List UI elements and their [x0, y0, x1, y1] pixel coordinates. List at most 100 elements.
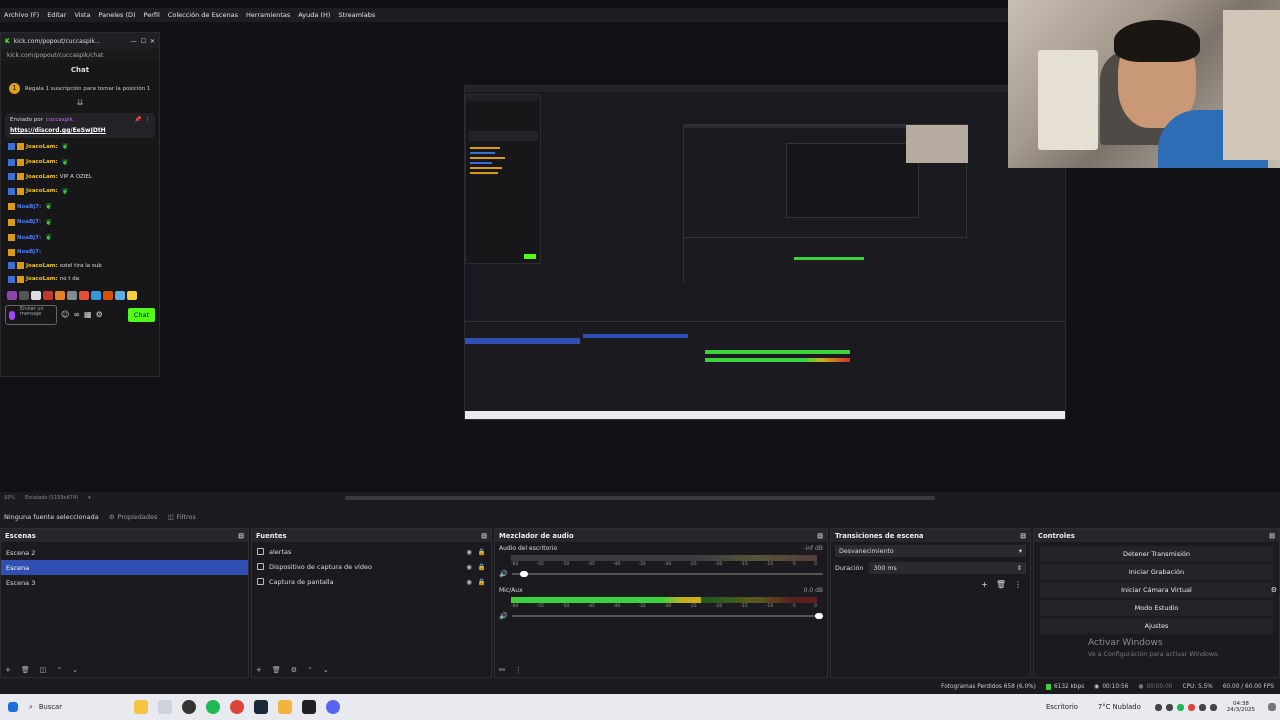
- gift-sub-promo[interactable]: 1 Regala 1 suscripción para tomar la pos…: [1, 79, 159, 98]
- chat-username[interactable]: NoaBj7:: [17, 249, 41, 255]
- volume-icon[interactable]: [1209, 703, 1217, 711]
- chat-url-bar[interactable]: kick.com/popout/cuccaspik/chat: [1, 49, 159, 61]
- emote-icon[interactable]: [115, 290, 125, 300]
- horizontal-scrollbar[interactable]: [345, 496, 935, 500]
- link-icon[interactable]: ∞: [73, 310, 80, 319]
- chat-username[interactable]: JoacoLam:: [26, 276, 58, 282]
- chat-input[interactable]: Enviar un mensaje: [5, 304, 57, 325]
- filters-button[interactable]: ◫ Filtros: [167, 513, 195, 521]
- lock-icon[interactable]: 🔒: [478, 563, 486, 571]
- trash-icon[interactable]: 🗑: [996, 580, 1006, 589]
- properties-button[interactable]: ⚙ Propiedades: [109, 513, 158, 521]
- emoji-icon[interactable]: ☺: [61, 310, 69, 319]
- emote-icon[interactable]: [67, 290, 77, 300]
- scene-item[interactable]: Escena 3: [1, 575, 248, 590]
- speaker-icon[interactable]: 🔊: [499, 570, 508, 578]
- chrome-icon[interactable]: [230, 700, 244, 714]
- menu-item[interactable]: Paneles (D): [98, 11, 135, 19]
- control-button[interactable]: Modo Estudio: [1040, 600, 1273, 616]
- obs-icon[interactable]: [182, 700, 196, 714]
- filter-icon[interactable]: ◫: [40, 666, 47, 674]
- move-down-icon[interactable]: ⌄: [323, 666, 329, 674]
- link-icon[interactable]: ⚯: [499, 666, 505, 674]
- minimize-icon[interactable]: —: [131, 38, 137, 45]
- source-item[interactable]: Captura de pantalla ◉ 🔒: [252, 574, 491, 589]
- emote-icon[interactable]: [127, 290, 137, 300]
- volume-slider[interactable]: [511, 613, 823, 619]
- clock[interactable]: 04:38 24/3/2025: [1227, 701, 1255, 713]
- control-button[interactable]: Iniciar Grabación: [1040, 564, 1273, 580]
- gear-icon[interactable]: ⚙: [291, 666, 297, 674]
- menu-item[interactable]: Editar: [47, 11, 66, 19]
- menu-item[interactable]: Perfil: [144, 11, 160, 19]
- eye-icon[interactable]: ◉: [466, 563, 472, 571]
- gear-icon[interactable]: ⚙: [1271, 586, 1277, 594]
- chat-username[interactable]: JoacoLam:: [26, 144, 58, 150]
- pin-icon[interactable]: 📌: [135, 117, 142, 123]
- scene-item[interactable]: Escena 2: [1, 545, 248, 560]
- wifi-icon[interactable]: [1198, 703, 1206, 711]
- menu-item[interactable]: Herramientas: [246, 11, 290, 19]
- chat-username[interactable]: JoacoLam:: [26, 159, 58, 165]
- close-icon[interactable]: ✕: [150, 38, 155, 45]
- duration-input[interactable]: 300 ms ⇕: [869, 562, 1026, 574]
- scene-item[interactable]: Escena: [1, 560, 248, 575]
- lock-icon[interactable]: 🔒: [478, 578, 486, 586]
- mic-icon[interactable]: [9, 310, 15, 320]
- discord-icon[interactable]: [326, 700, 340, 714]
- speaker-icon[interactable]: 🔊: [499, 612, 508, 620]
- add-icon[interactable]: +: [5, 666, 11, 674]
- emote-icon[interactable]: [31, 290, 41, 300]
- chat-username[interactable]: NoaBj7:: [17, 204, 41, 210]
- chat-send-button[interactable]: Chat: [127, 307, 155, 322]
- move-up-icon[interactable]: ⌃: [307, 666, 313, 674]
- notification-icon[interactable]: [1268, 703, 1276, 711]
- emote-icon[interactable]: [19, 290, 29, 300]
- menu-item[interactable]: Vista: [74, 11, 90, 19]
- capcut-icon[interactable]: [302, 700, 316, 714]
- chat-username[interactable]: JoacoLam:: [26, 188, 58, 194]
- emote-icon[interactable]: [91, 290, 101, 300]
- control-button[interactable]: Ajustes: [1040, 618, 1273, 634]
- emote-icon[interactable]: [43, 290, 53, 300]
- more-icon[interactable]: ⋮: [145, 117, 151, 123]
- volume-slider[interactable]: [511, 571, 823, 577]
- pinned-link[interactable]: https://discord.gg/EeSwJDtH: [10, 127, 150, 134]
- emote-icon[interactable]: [55, 290, 65, 300]
- trash-icon[interactable]: 🗑: [272, 666, 281, 674]
- desktop-label[interactable]: Escritorio: [1046, 703, 1078, 711]
- move-down-icon[interactable]: ⌄: [72, 666, 78, 674]
- transition-select[interactable]: Desvanecimiento ▾: [835, 545, 1026, 557]
- folder-icon[interactable]: [278, 700, 292, 714]
- calendar-icon[interactable]: ▦: [84, 310, 92, 319]
- dock-menu-icon[interactable]: ⊟: [817, 532, 823, 540]
- dock-menu-icon[interactable]: ⊟: [238, 532, 244, 540]
- task-view-icon[interactable]: [158, 700, 172, 714]
- trash-icon[interactable]: 🗑: [21, 666, 30, 674]
- start-icon[interactable]: [8, 702, 18, 712]
- chat-username[interactable]: JoacoLam:: [26, 174, 58, 180]
- eye-icon[interactable]: ◉: [466, 578, 472, 586]
- source-item[interactable]: alertas ◉ 🔒: [252, 544, 491, 559]
- eye-icon[interactable]: ◉: [466, 548, 472, 556]
- chevron-down-icon[interactable]: ▾: [88, 495, 91, 501]
- menu-item[interactable]: Colección de Escenas: [168, 11, 238, 19]
- menu-item[interactable]: Streamlabs: [338, 11, 375, 19]
- move-up-icon[interactable]: ⌃: [56, 666, 62, 674]
- lock-icon[interactable]: 🔒: [478, 548, 486, 556]
- control-button[interactable]: Iniciar Cámara Virtual ⚙: [1040, 582, 1277, 598]
- scale-mode[interactable]: Escalado (1159x674): [25, 495, 78, 501]
- tray-icon[interactable]: [1176, 703, 1184, 711]
- dock-menu-icon[interactable]: ⊟: [1269, 532, 1275, 540]
- spotify-icon[interactable]: [206, 700, 220, 714]
- taskbar-search[interactable]: ⌕ Buscar: [29, 703, 129, 712]
- zoom-level[interactable]: 93%: [4, 495, 15, 501]
- source-item[interactable]: Dispositivo de captura de vídeo ◉ 🔒: [252, 559, 491, 574]
- menu-item[interactable]: Archivo (F): [4, 11, 39, 19]
- emote-icon[interactable]: [7, 290, 17, 300]
- dock-menu-icon[interactable]: ⊟: [481, 532, 487, 540]
- dock-menu-icon[interactable]: ⊟: [1020, 532, 1026, 540]
- chat-username[interactable]: JoacoLam:: [26, 263, 58, 269]
- emote-icon[interactable]: [79, 290, 89, 300]
- control-button[interactable]: Detener Transmisión: [1040, 546, 1273, 562]
